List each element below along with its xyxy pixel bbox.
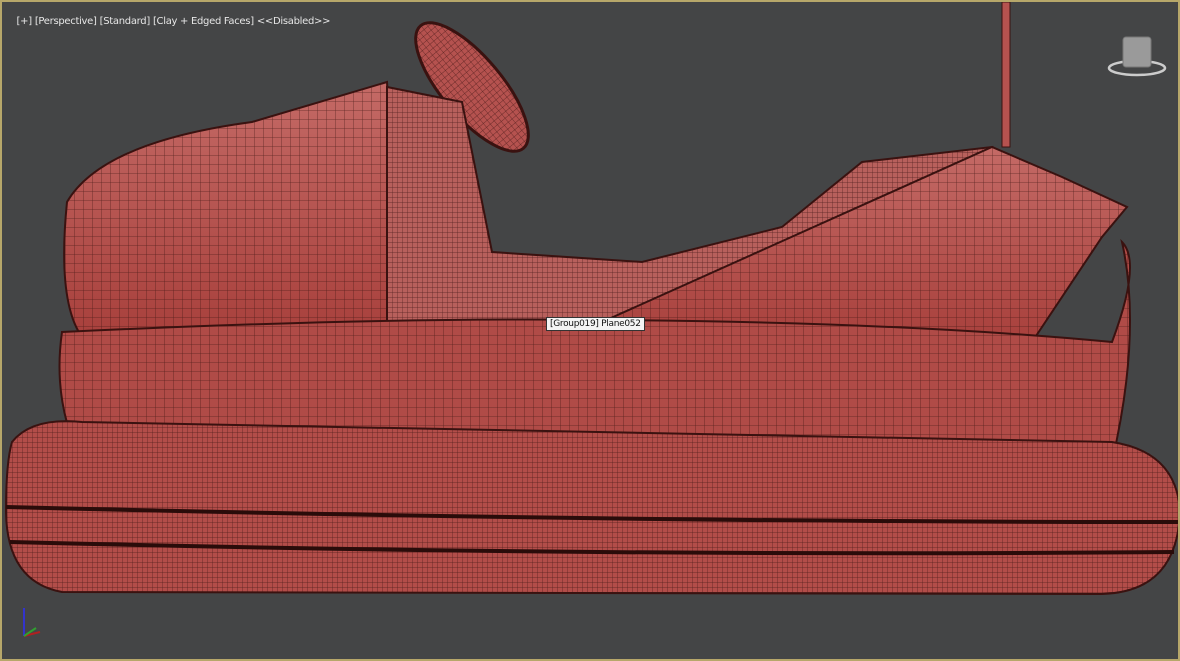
bumper-car-model[interactable] <box>2 2 1180 661</box>
viewport-menu-plus[interactable]: [+] <box>17 16 33 27</box>
viewport-menu-disabled[interactable]: <<Disabled>> <box>257 16 331 27</box>
pole <box>1001 2 1011 148</box>
viewport-menu-standard[interactable]: [Standard] <box>100 16 151 27</box>
perspective-viewport[interactable]: [+] [Perspective] [Standard] [Clay + Edged … <box>0 0 1180 661</box>
viewport-menu-point-of-view[interactable]: [Perspective] <box>35 16 97 27</box>
axis-gizmo-icon <box>23 608 41 637</box>
object-tooltip: [Group019] Plane052 <box>546 317 645 331</box>
viewport-label-menu: [+] [Perspective] [Standard] [Clay + Edged … <box>5 5 333 38</box>
viewcube-icon[interactable] <box>1106 32 1168 78</box>
viewport-menu-shading[interactable]: [Clay + Edged Faces] <box>153 16 254 27</box>
